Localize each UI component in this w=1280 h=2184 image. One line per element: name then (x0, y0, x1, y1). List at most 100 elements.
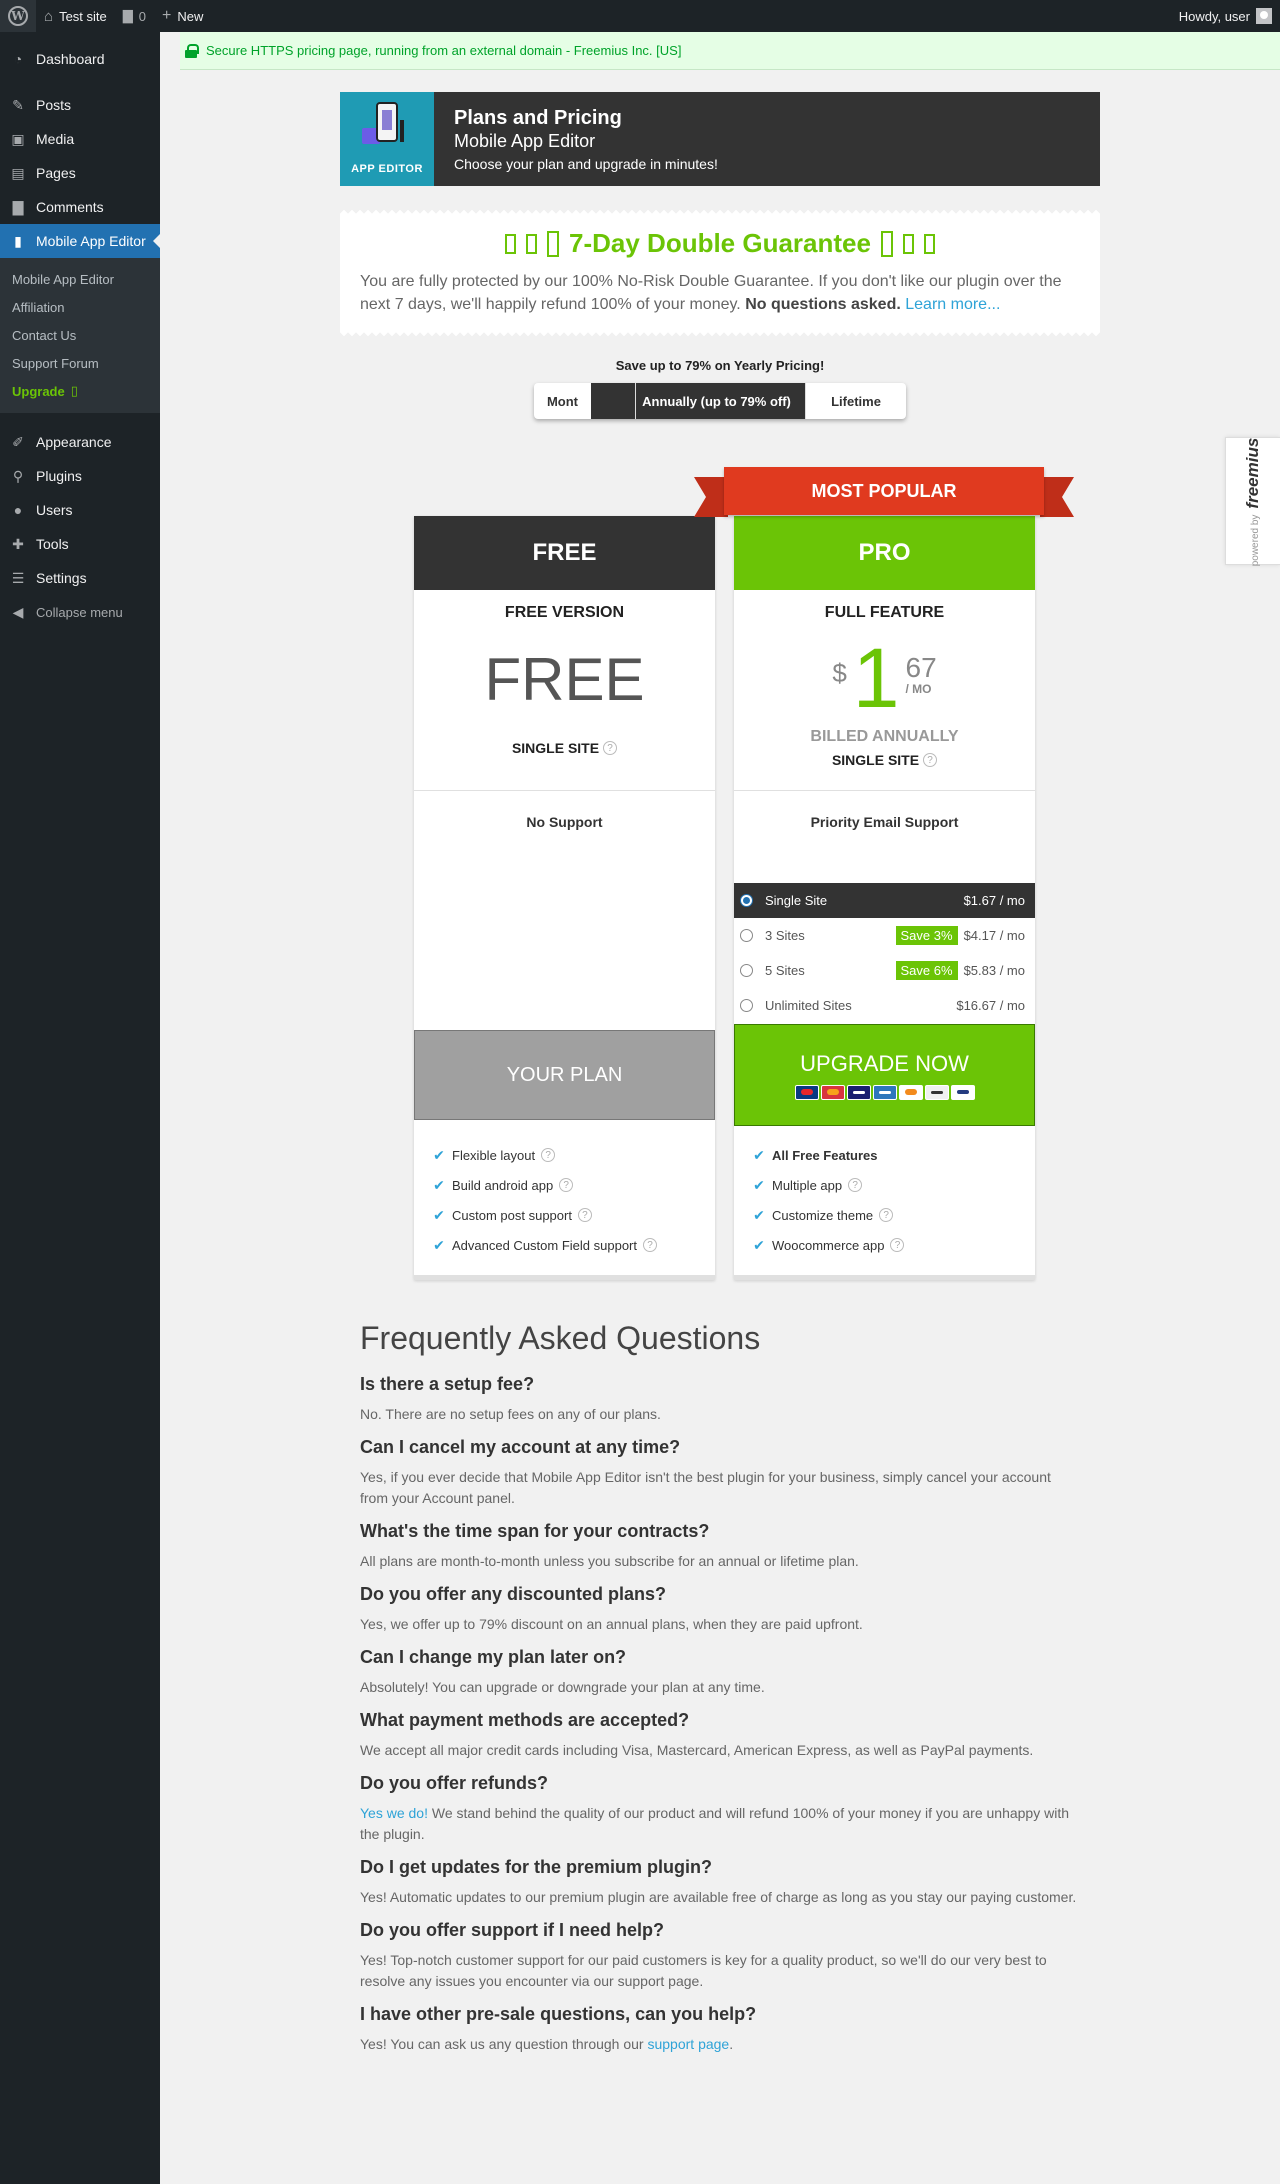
media-icon: ▣ (11, 130, 25, 147)
menu-media[interactable]: ▣ Media (0, 122, 160, 156)
menu-dashboard[interactable]: ◔ Dashboard (0, 42, 160, 76)
faq-answer: Yes we do! We stand behind the quality o… (360, 1805, 1070, 1842)
plan-price: FREE (484, 646, 645, 713)
payment-cards (794, 1084, 975, 1100)
help-icon[interactable]: ? (577, 1208, 592, 1222)
jcb-card-icon (924, 1084, 949, 1100)
plan-features: ✔ All Free Features ✔ Multiple app? ✔ Custo… (734, 1140, 1035, 1260)
menu-tools[interactable]: ✚ Tools (0, 527, 160, 561)
check-icon: ✔ (433, 1176, 445, 1193)
faq-question: Is there a setup fee? (360, 1374, 535, 1394)
plan-site-label: SINGLE SITE ? (734, 752, 1035, 768)
comment-icon: ▇ (122, 8, 133, 23)
plan-features: ✔ Flexible layout? ✔ Build android app? ✔ C… (414, 1140, 715, 1260)
submenu-item-support-forum[interactable]: Support Forum (0, 349, 160, 377)
license-radio[interactable] (740, 929, 753, 942)
license-option-single[interactable]: Single Site $1.67 / mo (734, 883, 1035, 918)
page-icon: ▤ (11, 164, 25, 181)
comments-link[interactable]: ▇ 0 (115, 0, 154, 32)
glyph-box-icon (505, 233, 516, 254)
admin-sidebar: ◔ Dashboard ✎ Posts ▣ Media ▤ Pages ▇ Co… (0, 32, 160, 2184)
site-name-link[interactable]: ⌂ Test site (36, 0, 115, 32)
tagline: Choose your plan and upgrade in minutes! (454, 156, 718, 172)
pricing-header: APP EDITOR Plans and Pricing Mobile App … (340, 92, 1100, 186)
license-option-3-sites[interactable]: 3 Sites Save 3% $4.17 / mo (734, 918, 1035, 953)
faq-question: What payment methods are accepted? (360, 1710, 690, 1730)
submenu-item-upgrade[interactable]: Upgrade ▯ (0, 377, 160, 405)
refund-link[interactable]: Yes we do! (360, 1805, 428, 1821)
yearly-savings-text: Save up to 79% on Yearly Pricing! (615, 358, 825, 373)
savings-badge: Save 6% (895, 961, 958, 980)
faq-question: I have other pre-sale questions, can you… (360, 2004, 757, 2024)
powered-by-freemius-tab[interactable]: powered by freemius (1225, 437, 1280, 566)
menu-plugins[interactable]: ⚲ Plugins (0, 459, 160, 493)
license-option-5-sites[interactable]: 5 Sites Save 6% $5.83 / mo (734, 953, 1035, 988)
account-menu[interactable]: Howdy, user (1179, 8, 1280, 24)
billing-lifetime-button[interactable]: Lifetime (806, 383, 906, 419)
lock-icon (184, 43, 199, 58)
plug-icon: ⚲ (12, 467, 24, 484)
guarantee-box: 7-Day Double Guarantee You are fully pro… (340, 208, 1100, 338)
license-options: Single Site $1.67 / mo 3 Sites Save 3% $… (734, 883, 1035, 1023)
brush-icon: ✐ (12, 433, 24, 450)
license-radio[interactable] (740, 999, 753, 1012)
menu-settings[interactable]: ☰ Settings (0, 561, 160, 595)
menu-users[interactable]: ● Users (0, 493, 160, 527)
learn-more-link[interactable]: Learn more... (905, 296, 1000, 313)
plan-support: Priority Email Support (810, 814, 959, 830)
check-icon: ✔ (433, 1206, 445, 1223)
faq-title: Frequently Asked Questions (360, 1320, 761, 1356)
admin-bar: W ⌂ Test site ▇ 0 + New Howdy, user (0, 0, 1280, 32)
support-page-link[interactable]: support page (647, 2036, 729, 2052)
help-icon[interactable]: ? (848, 1178, 863, 1192)
billing-annually-button[interactable]: Annually (up to 79% off) (636, 383, 806, 419)
price-period: / MO (905, 682, 932, 696)
glyph-box-icon (902, 233, 914, 254)
help-icon[interactable]: ? (603, 741, 618, 755)
menu-appearance[interactable]: ✐ Appearance (0, 425, 160, 459)
page-title: Plans and Pricing (454, 107, 622, 129)
upgrade-glyph-icon: ▯ (70, 383, 78, 398)
faq-question: Do you offer support if I need help? (360, 1920, 664, 1940)
savings-badge: Save 3% (895, 926, 958, 945)
help-icon[interactable]: ? (879, 1208, 894, 1222)
maestro-card-icon (794, 1084, 819, 1100)
help-icon[interactable]: ? (559, 1178, 574, 1192)
faq-answer: Absolutely! You can upgrade or downgrade… (360, 1679, 765, 1695)
license-option-unlimited[interactable]: Unlimited Sites $16.67 / mo (734, 988, 1035, 1023)
amex-card-icon (872, 1084, 897, 1100)
menu-pages[interactable]: ▤ Pages (0, 156, 160, 190)
check-icon: ✔ (753, 1206, 765, 1223)
plan-pro: PRO FULL FEATURE $ 1 67 / MO BILLED ANNU… (734, 516, 1035, 1280)
faq-answer: Yes! Top-notch customer support for our … (360, 1952, 1047, 1989)
home-icon: ⌂ (44, 7, 54, 25)
new-content-link[interactable]: + New (154, 0, 211, 32)
price-integer: 1 (852, 631, 900, 725)
freemius-logo: freemius (1243, 437, 1262, 509)
visa-card-icon (846, 1084, 871, 1100)
menu-posts[interactable]: ✎ Posts (0, 88, 160, 122)
faq-answer: Yes, if you ever decide that Mobile App … (360, 1469, 1051, 1506)
help-icon[interactable]: ? (923, 753, 938, 767)
help-icon[interactable]: ? (642, 1238, 657, 1252)
glyph-box-icon (526, 233, 537, 254)
collapse-menu-button[interactable]: ◀ Collapse menu (0, 595, 160, 629)
collapse-icon: ◀ (12, 603, 24, 620)
billing-monthly-button[interactable]: Mont (534, 383, 636, 419)
license-radio[interactable] (740, 964, 753, 977)
license-radio[interactable] (740, 894, 753, 907)
menu-mobile-app-editor[interactable]: ▮ Mobile App Editor (0, 224, 160, 258)
wordpress-logo-icon[interactable]: W (0, 0, 36, 32)
your-plan-button[interactable]: YOUR PLAN (414, 1030, 715, 1120)
menu-comments[interactable]: ▇ Comments (0, 190, 160, 224)
submenu-item-contact-us[interactable]: Contact Us (0, 321, 160, 349)
help-icon[interactable]: ? (541, 1148, 556, 1162)
submenu-item-mobile-app-editor[interactable]: Mobile App Editor (0, 265, 160, 293)
submenu-item-affiliation[interactable]: Affiliation (0, 293, 160, 321)
wrench-icon: ✚ (12, 535, 24, 552)
plugin-name: Mobile App Editor (454, 131, 596, 151)
help-icon[interactable]: ? (890, 1238, 905, 1252)
plan-price: $ 1 67 / MO (734, 631, 1035, 725)
plan-free: FREE FREE VERSION FREE SINGLE SITE ? No … (414, 516, 715, 1280)
upgrade-now-button[interactable]: UPGRADE NOW (734, 1024, 1035, 1126)
